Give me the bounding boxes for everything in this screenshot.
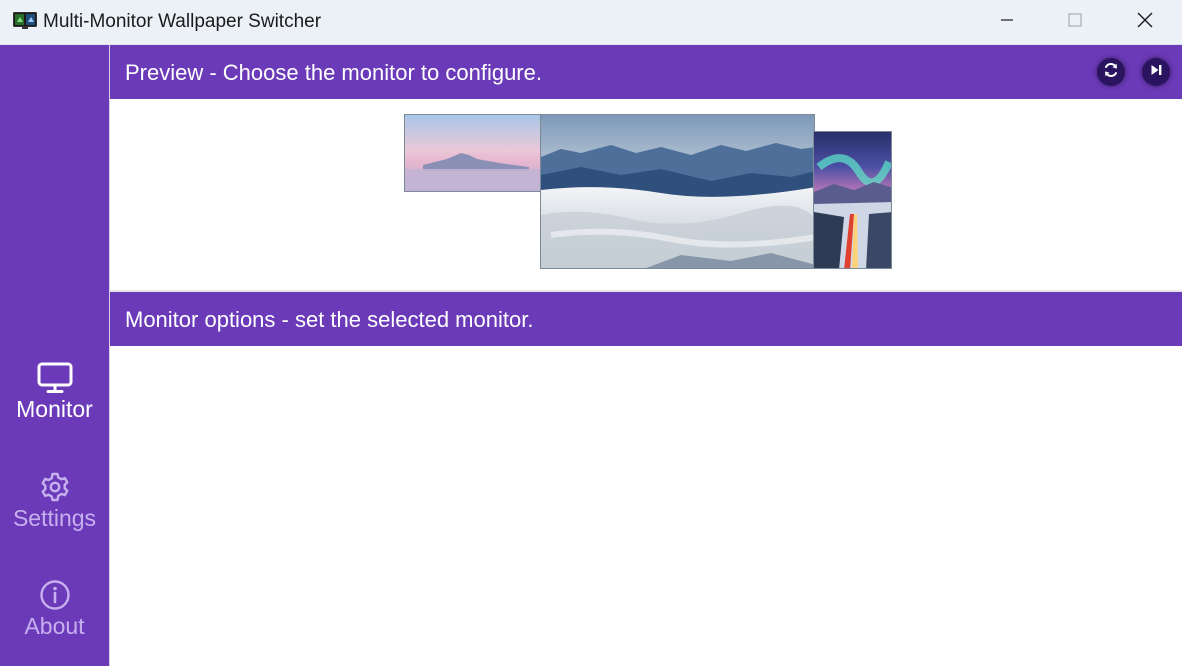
title-bar: Multi-Monitor Wallpaper Switcher	[0, 0, 1182, 45]
monitor-preview-area	[110, 99, 1182, 290]
close-icon	[1137, 12, 1153, 33]
preview-header-text: Preview - Choose the monitor to configur…	[125, 60, 542, 85]
sidebar-item-monitor[interactable]: Monitor	[0, 361, 109, 461]
info-icon	[39, 578, 71, 612]
wallpaper-thumbnail	[814, 132, 891, 268]
next-wallpaper-button[interactable]	[1142, 58, 1170, 86]
preview-header: Preview - Choose the monitor to configur…	[110, 45, 1182, 99]
gear-icon	[39, 470, 71, 504]
wallpaper-thumbnail	[405, 115, 542, 191]
options-header-text: Monitor options - set the selected monit…	[125, 307, 534, 332]
monitor-icon	[37, 361, 73, 395]
skip-next-icon	[1148, 62, 1164, 83]
monitor-preview-1[interactable]	[404, 114, 543, 192]
sidebar-item-label: Settings	[12, 505, 97, 531]
main-content: Preview - Choose the monitor to configur…	[109, 45, 1182, 666]
maximize-button[interactable]	[1040, 0, 1110, 45]
maximize-icon	[1068, 13, 1082, 32]
sidebar: Monitor Settings About	[0, 45, 109, 666]
monitor-preview-2[interactable]	[540, 114, 815, 269]
app-logo-icon	[13, 12, 37, 30]
sidebar-item-label: About	[24, 613, 85, 639]
minimize-button[interactable]	[972, 0, 1042, 45]
sidebar-item-settings[interactable]: Settings	[0, 470, 109, 570]
options-header: Monitor options - set the selected monit…	[110, 292, 1182, 346]
refresh-icon	[1102, 61, 1120, 84]
monitor-options-panel	[110, 346, 1182, 666]
sidebar-item-about[interactable]: About	[0, 578, 109, 666]
window-title: Multi-Monitor Wallpaper Switcher	[43, 11, 322, 32]
minimize-icon	[1000, 13, 1014, 32]
wallpaper-thumbnail	[541, 115, 814, 268]
refresh-button[interactable]	[1097, 58, 1125, 86]
monitor-preview-3[interactable]	[813, 131, 892, 269]
sidebar-item-label: Monitor	[16, 396, 93, 422]
close-button[interactable]	[1110, 0, 1180, 45]
